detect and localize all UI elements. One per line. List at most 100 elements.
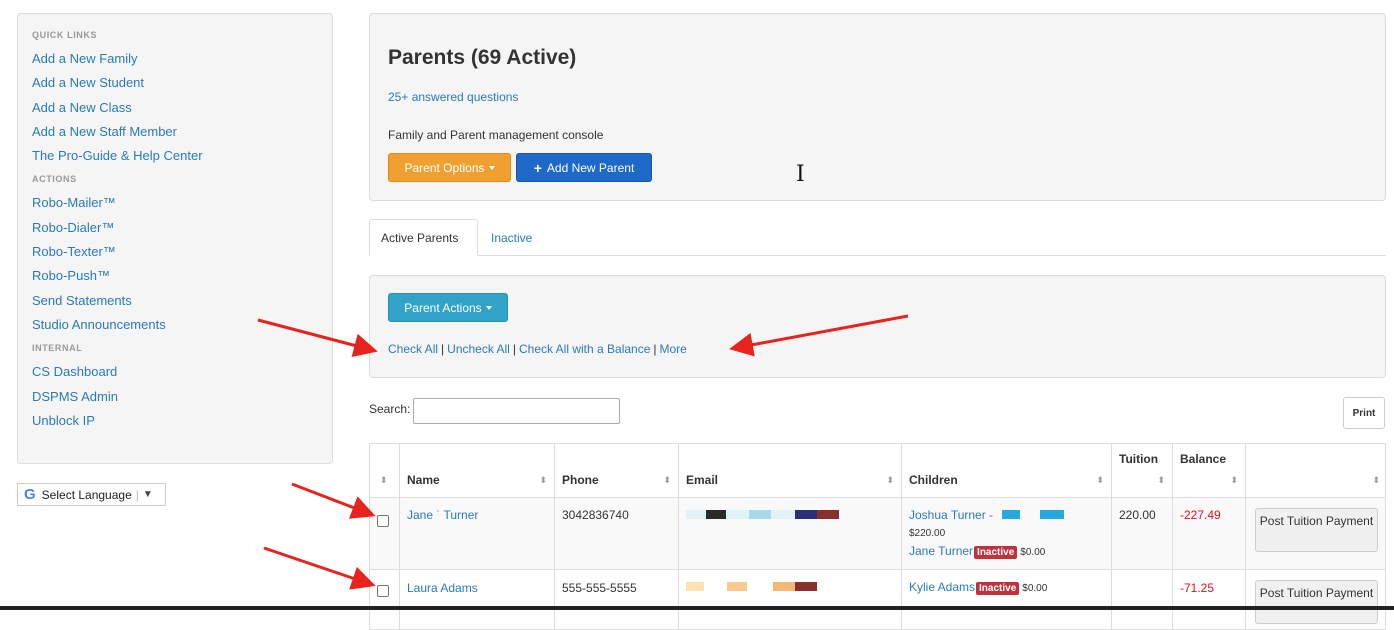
add-student-link[interactable]: Add a New Student — [32, 71, 318, 95]
parent-actions-panel: Parent Actions Check All | Uncheck All | Che… — [369, 275, 1386, 378]
language-select-label: Select Language — [41, 487, 132, 502]
balance-value: -71.25 — [1180, 581, 1215, 595]
row-select-cell — [370, 498, 399, 569]
add-new-parent-button[interactable]: + Add New Parent — [516, 153, 652, 182]
child-amount: $220.00 — [909, 528, 946, 539]
header-select[interactable]: ⬍ — [370, 444, 399, 497]
header-children[interactable]: Children ⬍ — [901, 444, 1111, 497]
post-tuition-payment-button[interactable]: Post Tuition Payment — [1255, 508, 1378, 552]
column-balance-label: Balance — [1180, 452, 1227, 466]
redacted-email — [727, 582, 747, 591]
inactive-badge: Inactive — [976, 582, 1020, 595]
cs-dashboard-link[interactable]: CS Dashboard — [32, 360, 318, 384]
phone-cell: 555-555-5555 — [554, 570, 678, 629]
language-select[interactable]: G Select Language | ▼ — [17, 483, 166, 506]
check-all-balance-link[interactable]: Check All with a Balance — [519, 342, 650, 356]
robo-dialer-link[interactable]: Robo-Dialer™ — [32, 216, 318, 240]
child-link[interactable]: Jane Turner — [909, 544, 973, 558]
quick-links-heading: QUICK LINKS — [32, 30, 98, 40]
actions-section: ACTIONS Robo-Mailer™ Robo-Dialer™ Robo-T… — [32, 174, 318, 337]
tuition-value: 220.00 — [1119, 508, 1156, 522]
more-link[interactable]: More — [660, 342, 687, 356]
redacted-email — [686, 582, 704, 591]
internal-section: INTERNAL CS Dashboard DSPMS Admin Unbloc… — [32, 343, 318, 433]
sort-icon: ⬍ — [1157, 475, 1165, 485]
sort-icon: ⬍ — [380, 475, 388, 485]
child-link[interactable]: Kylie Adams — [909, 580, 975, 594]
add-staff-link[interactable]: Add a New Staff Member — [32, 120, 318, 144]
add-class-link[interactable]: Add a New Class — [32, 96, 318, 120]
separator: | — [441, 342, 445, 356]
uncheck-all-link[interactable]: Uncheck All — [447, 342, 510, 356]
parent-actions-label: Parent Actions — [404, 300, 482, 315]
print-button[interactable]: Print — [1343, 397, 1385, 429]
answered-questions-link[interactable]: 25+ answered questions — [388, 90, 518, 104]
caret-down-icon — [485, 305, 492, 310]
children-cell: Kylie Adams Inactive $0.00 — [901, 570, 1111, 629]
plus-icon: + — [533, 159, 542, 176]
tab-active-parents[interactable]: Active Parents — [369, 219, 478, 256]
action-cell: Post Tuition Payment — [1245, 498, 1387, 569]
column-children-label: Children — [909, 473, 958, 487]
robo-push-link[interactable]: Robo-Push™ — [32, 264, 318, 288]
parent-actions-button[interactable]: Parent Actions — [388, 293, 508, 322]
tuition-cell: 220.00 — [1111, 498, 1172, 569]
arrow-to-row-2-checkbox — [263, 546, 376, 590]
post-tuition-payment-button[interactable]: Post Tuition Payment — [1255, 580, 1378, 624]
check-links: Check All | Uncheck All | Check All with a B… — [388, 342, 687, 356]
check-all-link[interactable]: Check All — [388, 342, 438, 356]
row-checkbox[interactable] — [377, 515, 389, 527]
text-cursor-icon: Ⅰ — [796, 162, 805, 187]
sort-icon: ⬍ — [539, 475, 547, 485]
redacted-email — [773, 582, 795, 591]
row-select-cell — [370, 570, 399, 629]
bottom-edge — [0, 606, 1394, 610]
add-family-link[interactable]: Add a New Family — [32, 47, 318, 71]
search-label: Search: — [369, 402, 411, 416]
redacted-info — [1002, 510, 1020, 519]
row-checkbox[interactable] — [377, 585, 389, 597]
balance-cell: -227.49 — [1172, 498, 1245, 569]
dspms-admin-link[interactable]: DSPMS Admin — [32, 385, 318, 409]
phone-cell: 3042836740 — [554, 498, 678, 569]
parents-table: ⬍ Name ⬍ Phone ⬍ Email ⬍ Children ⬍ Tuition ⬍… — [369, 443, 1386, 630]
send-statements-link[interactable]: Send Statements — [32, 289, 318, 313]
robo-texter-link[interactable]: Robo-Texter™ — [32, 240, 318, 264]
redacted-email — [795, 582, 817, 591]
separator: | — [512, 342, 516, 356]
arrow-to-row-1-checkbox — [291, 482, 376, 519]
sort-icon: ⬍ — [886, 475, 894, 485]
action-cell: Post Tuition Payment — [1245, 570, 1387, 629]
column-tuition-label: Tuition — [1119, 452, 1159, 466]
header-name[interactable]: Name ⬍ — [399, 444, 554, 497]
phone-value: 3042836740 — [562, 508, 629, 522]
search-input[interactable] — [413, 398, 620, 424]
sort-icon: ⬍ — [663, 475, 671, 485]
language-select-divider: | — [135, 487, 139, 502]
studio-announcements-link[interactable]: Studio Announcements — [32, 313, 318, 337]
redacted-email — [749, 510, 771, 519]
column-phone-label: Phone — [562, 473, 599, 487]
parent-name-link[interactable]: Jane ˙ Turner — [407, 508, 478, 522]
tab-inactive[interactable]: Inactive — [480, 219, 543, 256]
header-balance[interactable]: Balance ⬍ — [1172, 444, 1245, 497]
unblock-ip-link[interactable]: Unblock IP — [32, 409, 318, 433]
sort-icon: ⬍ — [1230, 475, 1238, 485]
actions-heading: ACTIONS — [32, 174, 77, 185]
balance-value: -227.49 — [1180, 508, 1221, 522]
email-cell — [678, 570, 901, 629]
parent-tabs: Active Parents Inactive — [369, 219, 1386, 256]
header-tuition[interactable]: Tuition ⬍ — [1111, 444, 1172, 497]
header-email[interactable]: Email ⬍ — [678, 444, 901, 497]
parent-name-link[interactable]: Laura Adams — [407, 581, 478, 595]
column-name-label: Name — [407, 473, 440, 487]
sort-icon: ⬍ — [1096, 475, 1104, 485]
header-phone[interactable]: Phone ⬍ — [554, 444, 678, 497]
parent-options-button[interactable]: Parent Options — [388, 153, 511, 182]
page-title: Parents (69 Active) — [388, 46, 577, 69]
parent-options-label: Parent Options — [404, 160, 485, 175]
robo-mailer-link[interactable]: Robo-Mailer™ — [32, 191, 318, 215]
header-actions[interactable]: ⬍ — [1245, 444, 1387, 497]
child-link[interactable]: Joshua Turner - — [909, 508, 993, 522]
help-center-link[interactable]: The Pro-Guide & Help Center — [32, 144, 318, 168]
